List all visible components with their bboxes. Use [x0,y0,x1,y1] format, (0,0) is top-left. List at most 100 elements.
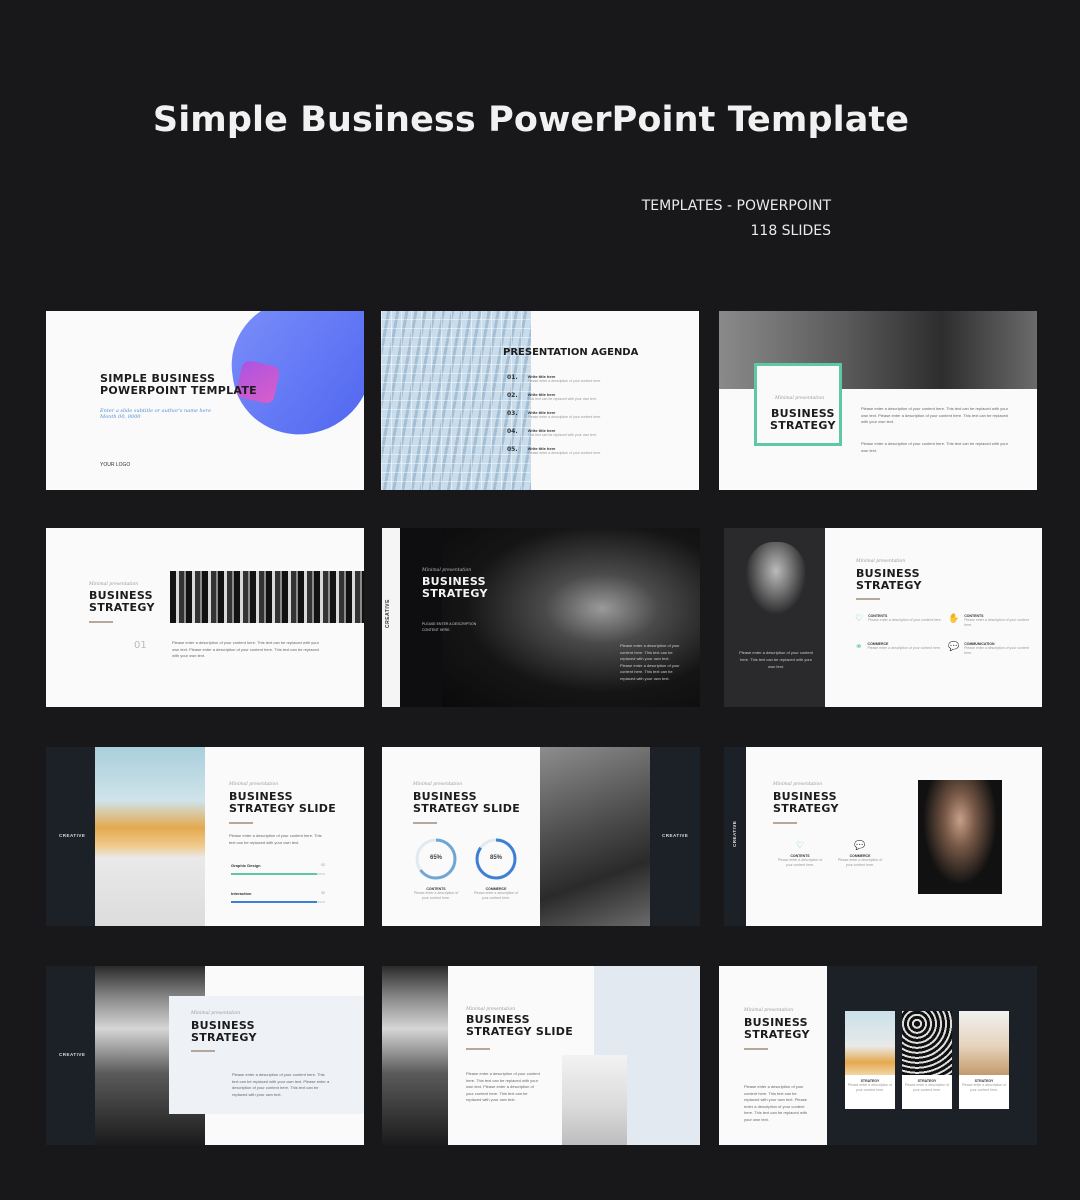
ring-value: 65% [429,855,442,861]
category-label: TEMPLATES - POWERPOINT [641,198,831,214]
section-number: 01 [134,640,147,651]
title-underline [744,1048,768,1050]
slide-title: BUSINESS STRATEGY SLIDE [466,1013,574,1038]
slide-title: BUSINESS STRATEGY [89,589,155,614]
feature-item: 💬 COMMERCE Please enter a description of… [837,840,883,868]
page-title: Simple Business PowerPoint Template [152,100,910,140]
slide-paragraph: Please enter a description of your conte… [620,643,680,681]
slide-title: BUSINESS STRATEGY [773,790,839,815]
slide-thumbnail-strategy-portrait[interactable]: CREATIVE Minimal presentation BUSINESS S… [724,747,1042,926]
title-underline [856,598,880,600]
slide-thumbnail-strategy-office[interactable]: CREATIVE Minimal presentation BUSINESS S… [46,966,364,1145]
woman-portrait-photo [918,780,1002,894]
side-label: CREATIVE [385,599,391,628]
link-icon: ⚭ [855,641,863,651]
title-frame [754,363,842,446]
slide-thumbnail-business-strategy-photo[interactable]: Minimal presentation BUSINESS STRATEGY P… [719,311,1037,490]
slide-title: BUSINESS STRATEGY SLIDE [413,790,521,815]
slide-subtitle: Enter a slide subtitle or author's name … [100,408,212,420]
slide-title: BUSINESS STRATEGY [422,575,488,600]
slide-kicker: Minimal presentation [856,559,906,564]
slide-title: BUSINESS STRATEGY [856,567,922,592]
slide-thumbnail-title[interactable]: SIMPLE BUSINESS POWERPOINT TEMPLATE Ente… [46,311,364,490]
chat-icon: 💬 [854,840,866,850]
side-label: CREATIVE [662,833,689,838]
photographers-photo [540,747,650,926]
heart-icon: ♡ [855,613,864,623]
feature-item: ✋ CONTENTS Please enter a description of … [948,613,1029,628]
woman-portrait-photo [746,542,806,614]
slide-kicker: Minimal presentation [773,782,823,787]
side-label: CREATIVE [59,833,86,838]
slide-thumbnail-strategy-rings[interactable]: CREATIVE Minimal presentation BUSINESS S… [382,747,700,926]
thumbs-up-icon: ✋ [948,613,960,623]
agenda-list: 01. Write title here Please enter a descr… [507,374,687,464]
strategy-card: STRATEGY Please enter a description of y… [902,1011,952,1109]
slide-thumbnail-business-strategy-features[interactable]: Please enter a description of your conte… [724,528,1042,707]
title-underline [413,822,437,824]
slide-kicker: Minimal presentation [191,1011,241,1016]
feature-item: ♡ CONTENTS Please enter a description of… [777,840,823,868]
slide-thumbnail-business-strategy-01[interactable]: Minimal presentation BUSINESS STRATEGY 0… [46,528,364,707]
slide-kicker: Minimal presentation [229,782,279,787]
ring-value: 85% [489,855,502,861]
card-photo [959,1011,1009,1075]
title-underline [773,822,797,824]
slide-title: SIMPLE BUSINESS POWERPOINT TEMPLATE [100,372,257,397]
side-label: CREATIVE [59,1052,86,1057]
progress-bar-item: Interaction 92 [231,891,325,903]
title-underline [191,1050,215,1052]
slide-thumbnail-strategy-cards[interactable]: Minimal presentation BUSINESS STRATEGY P… [719,966,1037,1145]
slide-paragraph: Please enter a description of your conte… [172,640,319,658]
slide-thumbnail-agenda[interactable]: PRESENTATION AGENDA 01. Write title here… [381,311,699,490]
slide-kicker: Minimal presentation [89,582,139,587]
slide-thumbnail-creative-dark[interactable]: CREATIVE Minimal presentation BUSINESS S… [382,528,700,707]
photo-caption: Please enter a description of your conte… [739,650,813,669]
card-photo [845,1011,895,1075]
title-underline [466,1048,490,1050]
feature-item: ⚭ COMMERCE Please enter a description of … [855,642,942,656]
agenda-item: 04. Write title here This text can be rep… [507,428,597,437]
slide-title: BUSINESS STRATEGY [770,407,836,432]
slide-paragraph: Please enter a description of your conte… [861,406,1008,424]
slide-title: BUSINESS STRATEGY SLIDE [229,790,337,815]
corridor-photo [170,571,364,623]
slide-kicker: Minimal presentation [466,1007,516,1012]
slide-paragraph: Please enter a description of your conte… [229,833,322,845]
slide-kicker: Minimal presentation [422,568,472,573]
heart-icon: ♡ [795,840,805,850]
strategy-card: STRATEGY Please enter a description of y… [959,1011,1009,1109]
ring-caption: CONTENTS Please enter a description of y… [413,887,459,900]
side-label: CREATIVE [732,820,737,847]
agenda-item: 03. Write title here Please enter a descr… [507,410,602,419]
slide-thumbnail-strategy-bars[interactable]: CREATIVE Minimal presentation BUSINESS S… [46,747,364,926]
slide-paragraph: Please enter a description of your conte… [466,1071,540,1102]
slide-paragraph: Please enter a description of your conte… [744,1084,808,1122]
feature-item: ♡ CONTENTS Please enter a description of … [855,614,942,628]
chat-icon: 💬 [948,641,960,651]
slides-count: 118 SLIDES [750,223,832,239]
slide-cta: PLEASE ENTER A DESCRIPTION CONTENT HERE. [422,622,477,632]
progress-bar-item: Graphic Design 92 [231,863,325,875]
title-underline [229,822,253,824]
slide-paragraph: Please enter a description of your conte… [232,1072,330,1097]
slide-title: BUSINESS STRATEGY [191,1019,257,1044]
slide-paragraph: Please enter a description of your conte… [861,441,1008,453]
ring-caption: COMMERCE Please enter a description of y… [473,887,519,900]
slide-thumbnail-strategy-slide-gallery[interactable]: Minimal presentation BUSINESS STRATEGY S… [382,966,700,1145]
feature-grid: ♡ CONTENTS Please enter a description of … [855,614,1035,656]
slide-kicker: Minimal presentation [413,782,463,787]
gallery-photo [562,1055,627,1145]
logo-placeholder: YOUR LOGO [100,462,131,468]
agenda-title: PRESENTATION AGENDA [503,347,639,358]
architecture-photo [95,747,205,926]
agenda-item: 02. Write title here This text can be rep… [507,392,597,401]
slide-kicker: Minimal presentation [744,1008,794,1013]
template-meta: TEMPLATES - POWERPOINT 118 SLIDES [642,194,831,244]
agenda-item: 01. Write title here Please enter a descr… [507,374,602,383]
agenda-item: 05. Write title here Please enter a descr… [507,446,602,455]
card-photo [902,1011,952,1075]
feature-item: 💬 COMMUNICATION Please enter a descriptio… [948,641,1029,656]
strategy-card: STRATEGY Please enter a description of y… [845,1011,895,1109]
slide-title: BUSINESS STRATEGY [744,1016,810,1041]
